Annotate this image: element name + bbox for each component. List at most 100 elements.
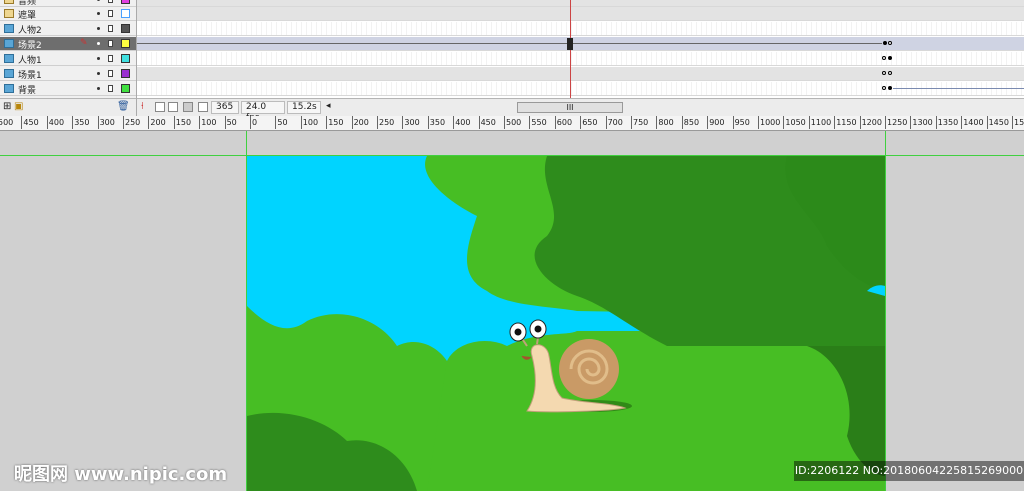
ruler-tick: 650 — [580, 116, 598, 129]
ruler-tick: 450 — [478, 116, 496, 129]
ruler-tick: 1200 — [859, 116, 882, 129]
layer-toolbar: ⊞ ▣ 🗑 — [0, 98, 137, 117]
layer-row-background[interactable]: 背景 — [0, 82, 136, 96]
ruler-tick: 1350 — [935, 116, 959, 129]
visibility-dot-icon[interactable] — [97, 57, 100, 60]
symbol-layer-icon — [4, 39, 14, 48]
lock-icon[interactable] — [108, 0, 113, 3]
new-folder-icon[interactable]: ▣ — [14, 101, 23, 112]
ruler-tick: 300 — [402, 116, 420, 129]
keyframe[interactable] — [888, 86, 892, 90]
timeline-scroll-thumb[interactable]: III — [517, 102, 623, 113]
frame-row[interactable] — [137, 67, 1024, 81]
symbol-layer-icon — [4, 24, 14, 33]
layer-row-scene1[interactable]: 场景1 — [0, 67, 136, 81]
onion-outline-icon[interactable] — [168, 102, 178, 112]
keyframe[interactable] — [888, 71, 892, 75]
lock-icon[interactable] — [108, 85, 113, 92]
ruler-tick: 350 — [72, 116, 90, 129]
visibility-dot-icon[interactable] — [97, 87, 100, 90]
lock-icon[interactable] — [108, 25, 113, 32]
ruler-tick: 500 — [504, 116, 522, 129]
layer-list: 音频 遮罩 人物2 场景2 ✎ 人物1 场景1 背景 — [0, 0, 137, 98]
pencil-icon: ✎ — [80, 38, 88, 48]
lock-icon[interactable] — [108, 40, 113, 47]
playhead-handle[interactable] — [567, 38, 573, 50]
layer-name: 场景1 — [18, 71, 42, 81]
lock-icon[interactable] — [108, 55, 113, 62]
keyframe[interactable] — [882, 71, 886, 75]
ruler-tick: 1000 — [758, 116, 781, 129]
folder-icon — [4, 0, 14, 4]
ruler-tick: 0 — [250, 116, 258, 129]
ruler-tick: 1050 — [783, 116, 806, 129]
keyframe[interactable] — [882, 86, 886, 90]
ruler-tick: 250 — [123, 116, 141, 129]
ruler-tick: 150 — [326, 116, 344, 129]
elapsed-time-field[interactable]: 15.2s — [287, 101, 321, 114]
ruler-tick: 400 — [46, 116, 65, 129]
ruler-tick: 250 — [377, 116, 395, 129]
frame-row[interactable] — [137, 7, 1024, 21]
ruler-tick: 200 — [351, 116, 369, 129]
ruler-tick: 1250 — [885, 116, 908, 129]
layer-row-mask[interactable]: 遮罩 — [0, 7, 136, 21]
layer-color-swatch[interactable] — [121, 9, 130, 18]
layer-name: 人物2 — [18, 26, 42, 36]
layer-row-scene2[interactable]: 场景2 ✎ — [0, 37, 136, 51]
visibility-dot-icon[interactable] — [97, 27, 100, 30]
visibility-dot-icon[interactable] — [97, 0, 100, 1]
stage-canvas[interactable] — [247, 156, 885, 491]
frame-row[interactable] — [137, 82, 1024, 96]
edit-multiple-frames-icon[interactable] — [183, 102, 193, 112]
lock-icon[interactable] — [108, 70, 113, 77]
center-frame-icon[interactable]: ⍿ — [141, 101, 144, 112]
ruler-tick: 950 — [732, 116, 750, 129]
layer-color-swatch[interactable] — [121, 39, 130, 48]
keyframe[interactable] — [882, 56, 886, 60]
ruler-tick: 900 — [707, 116, 725, 129]
ruler-tick: 800 — [656, 116, 674, 129]
lock-icon[interactable] — [108, 10, 113, 17]
layer-color-swatch[interactable] — [121, 24, 130, 33]
symbol-layer-icon — [4, 69, 14, 78]
onion-skin-icon[interactable] — [155, 102, 165, 112]
layer-color-swatch[interactable] — [121, 0, 130, 4]
ruler-tick: 850 — [681, 116, 700, 129]
guide-line[interactable] — [885, 131, 886, 491]
ruler-tick: 450 — [21, 116, 39, 129]
watermark-left: 昵图网 www.nipic.com — [14, 464, 228, 485]
ruler-tick: 550 — [529, 116, 547, 129]
current-frame-field[interactable]: 365 — [211, 101, 239, 114]
visibility-dot-icon[interactable] — [97, 12, 100, 15]
keyframe[interactable] — [888, 56, 892, 60]
modify-markers-icon[interactable] — [198, 102, 208, 112]
frame-grid[interactable] — [137, 0, 1024, 98]
frame-row[interactable] — [137, 37, 1024, 51]
frame-row[interactable] — [137, 0, 1024, 7]
visibility-dot-icon[interactable] — [97, 42, 100, 45]
layer-row-character1[interactable]: 人物1 — [0, 52, 136, 66]
scene-artwork — [247, 156, 885, 491]
ruler-tick: 600 — [554, 116, 573, 129]
ruler-tick: 350 — [427, 116, 446, 129]
trash-icon[interactable]: 🗑 — [117, 101, 130, 112]
watermark-right: ID:2206122 NO:20180604225815269000 — [794, 461, 1024, 481]
pasteboard[interactable] — [0, 131, 1024, 491]
frame-toolbar: ⍿ 365 24.0 fps 15.2s ◂ III — [137, 98, 1024, 123]
frame-row[interactable] — [137, 22, 1024, 36]
layer-color-swatch[interactable] — [121, 69, 130, 78]
layer-color-swatch[interactable] — [121, 54, 130, 63]
layer-row-audio[interactable]: 音频 — [0, 0, 136, 7]
ruler-tick: 150 — [173, 116, 192, 129]
visibility-dot-icon[interactable] — [97, 72, 100, 75]
keyframe[interactable] — [883, 41, 887, 45]
frame-row[interactable] — [137, 52, 1024, 66]
scroll-left-icon[interactable]: ◂ — [326, 101, 331, 111]
symbol-layer-icon — [4, 84, 14, 93]
fps-field[interactable]: 24.0 fps — [241, 101, 285, 123]
keyframe[interactable] — [888, 41, 892, 45]
new-layer-icon[interactable]: ⊞ — [3, 101, 11, 112]
layer-row-character2[interactable]: 人物2 — [0, 22, 136, 36]
layer-color-swatch[interactable] — [121, 84, 130, 93]
